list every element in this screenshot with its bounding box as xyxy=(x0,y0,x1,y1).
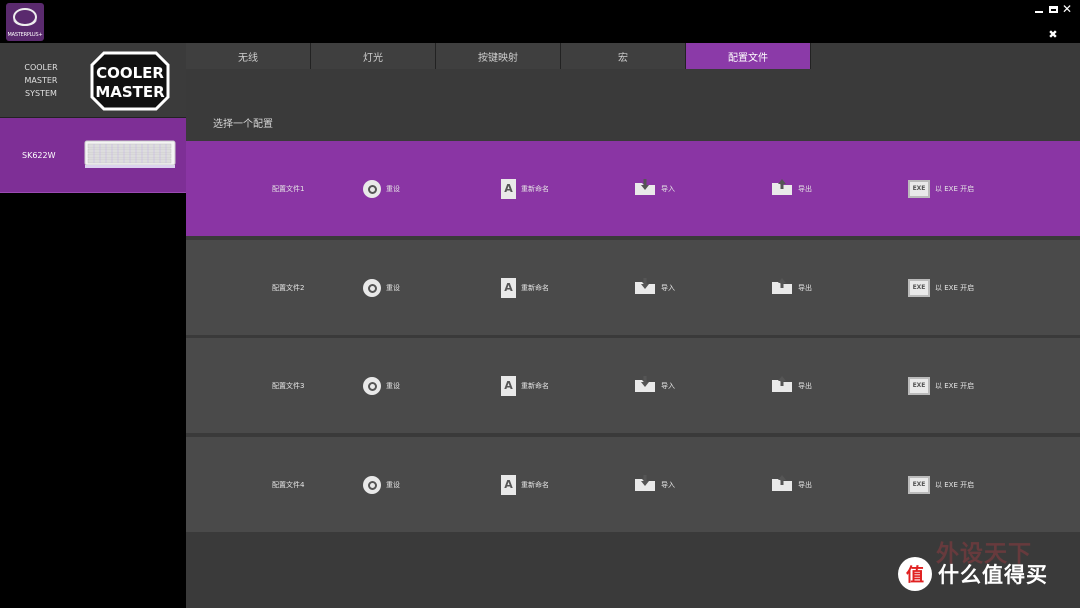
tab-profiles[interactable]: 配置文件 xyxy=(686,43,811,69)
tab-lighting[interactable]: 灯光 xyxy=(311,43,436,69)
watermark: 外设天下 值 什么值得买 xyxy=(894,534,1074,596)
profile-name[interactable]: 配置文件1 xyxy=(272,141,304,236)
rename-button[interactable]: A 重新命名 xyxy=(501,338,549,433)
reset-icon xyxy=(363,179,381,198)
tab-bar: 无线 灯光 按键映射 宏 配置文件 xyxy=(186,43,1080,69)
import-icon xyxy=(634,474,656,496)
sidebar-item-system-label: COOLER MASTER SYSTEM xyxy=(24,62,58,98)
watermark-badge: 值 xyxy=(898,557,932,591)
sidebar-item-system[interactable]: COOLER MASTER SYSTEM COOLER MASTER xyxy=(0,43,186,118)
profile-row[interactable]: 配置文件3 重设 A 重新命名 导入 导出 EXE 以 EXE 开启 xyxy=(186,338,1080,433)
settings-tool-icon[interactable]: ✖ xyxy=(1048,29,1058,40)
tab-wireless[interactable]: 无线 xyxy=(186,43,311,69)
rename-icon: A xyxy=(501,474,516,495)
section-title: 选择一个配置 xyxy=(213,119,273,130)
import-button[interactable]: 导入 xyxy=(634,240,675,335)
rename-icon: A xyxy=(501,178,516,199)
profile-row[interactable]: 配置文件1 重设 A 重新命名 导入 导出 EXE 以 EXE 开启 xyxy=(186,141,1080,236)
profile-name[interactable]: 配置文件3 xyxy=(272,338,304,433)
main-panel: 无线 灯光 按键映射 宏 配置文件 选择一个配置 配置文件1 重设 A 重新命名 导入导… xyxy=(186,43,1080,608)
profile-name[interactable]: 配置文件2 xyxy=(272,240,304,335)
rename-icon: A xyxy=(501,277,516,298)
import-button[interactable]: 导入 xyxy=(634,437,675,532)
cm-logo-line2: MASTER xyxy=(95,83,165,101)
import-button[interactable]: 导入 xyxy=(634,141,675,236)
sidebar-item-sk622w[interactable]: SK622W xyxy=(0,118,186,193)
rename-label: 重新命名 xyxy=(521,283,549,292)
import-icon xyxy=(634,277,656,299)
title-bar: MASTERPLUS+ ✕ ✖ xyxy=(0,0,1080,43)
maximize-icon xyxy=(1048,5,1058,13)
import-label: 导入 xyxy=(661,381,675,390)
reset-label: 重设 xyxy=(386,381,400,390)
reset-icon xyxy=(363,475,381,494)
tab-macro[interactable]: 宏 xyxy=(561,43,686,69)
profile-row[interactable]: 配置文件4 重设 A 重新命名 导入 导出 EXE 以 EXE 开启 xyxy=(186,437,1080,532)
open-exe-label: 以 EXE 开启 xyxy=(935,184,975,193)
minimize-button[interactable] xyxy=(1034,4,1044,14)
export-icon xyxy=(771,178,793,200)
keyboard-image xyxy=(84,140,176,168)
exe-icon: EXE xyxy=(908,475,930,494)
open-exe-label: 以 EXE 开启 xyxy=(935,381,975,390)
sidebar-item-device-label: SK622W xyxy=(22,150,56,160)
open-exe-button[interactable]: EXE 以 EXE 开启 xyxy=(908,240,974,335)
cooler-master-logo: COOLER MASTER xyxy=(90,51,170,111)
reset-label: 重设 xyxy=(386,480,400,489)
export-button[interactable]: 导出 xyxy=(771,240,812,335)
export-label: 导出 xyxy=(798,184,812,193)
close-button[interactable]: ✕ xyxy=(1062,3,1072,15)
reset-label: 重设 xyxy=(386,184,400,193)
reset-button[interactable]: 重设 xyxy=(363,437,400,532)
reset-button[interactable]: 重设 xyxy=(363,141,400,236)
rename-label: 重新命名 xyxy=(521,184,549,193)
open-exe-button[interactable]: EXE 以 EXE 开启 xyxy=(908,338,974,433)
open-exe-button[interactable]: EXE 以 EXE 开启 xyxy=(908,437,974,532)
minimize-icon xyxy=(1035,11,1043,13)
exe-icon: EXE xyxy=(908,278,930,297)
reset-button[interactable]: 重设 xyxy=(363,240,400,335)
export-button[interactable]: 导出 xyxy=(771,338,812,433)
import-icon xyxy=(634,178,656,200)
exe-icon: EXE xyxy=(908,179,930,198)
export-button[interactable]: 导出 xyxy=(771,437,812,532)
rename-button[interactable]: A 重新命名 xyxy=(501,141,549,236)
cm-logo-line1: COOLER xyxy=(96,64,164,82)
import-button[interactable]: 导入 xyxy=(634,338,675,433)
export-label: 导出 xyxy=(798,480,812,489)
export-icon xyxy=(771,277,793,299)
import-label: 导入 xyxy=(661,283,675,292)
rename-button[interactable]: A 重新命名 xyxy=(501,240,549,335)
rename-label: 重新命名 xyxy=(521,480,549,489)
open-exe-label: 以 EXE 开启 xyxy=(935,283,975,292)
app-logo-label: MASTERPLUS+ xyxy=(7,32,43,38)
export-icon xyxy=(771,474,793,496)
window-controls: ✕ ✖ xyxy=(1034,3,1072,40)
export-icon xyxy=(771,375,793,397)
export-button[interactable]: 导出 xyxy=(771,141,812,236)
rename-icon: A xyxy=(501,375,516,396)
sidebar: COOLER MASTER SYSTEM COOLER MASTER SK622… xyxy=(0,43,186,608)
profile-name[interactable]: 配置文件4 xyxy=(272,437,304,532)
reset-icon xyxy=(363,278,381,297)
import-label: 导入 xyxy=(661,184,675,193)
tab-key-mapping[interactable]: 按键映射 xyxy=(436,43,561,69)
rename-button[interactable]: A 重新命名 xyxy=(501,437,549,532)
import-label: 导入 xyxy=(661,480,675,489)
watermark-text: 什么值得买 xyxy=(938,563,1048,587)
rename-label: 重新命名 xyxy=(521,381,549,390)
export-label: 导出 xyxy=(798,283,812,292)
masterplus-logo-icon: MASTERPLUS+ xyxy=(6,3,44,41)
reset-button[interactable]: 重设 xyxy=(363,338,400,433)
open-exe-label: 以 EXE 开启 xyxy=(935,480,975,489)
profile-row[interactable]: 配置文件2 重设 A 重新命名 导入 导出 EXE 以 EXE 开启 xyxy=(186,240,1080,335)
reset-icon xyxy=(363,376,381,395)
maximize-button[interactable] xyxy=(1048,4,1058,14)
import-icon xyxy=(634,375,656,397)
reset-label: 重设 xyxy=(386,283,400,292)
export-label: 导出 xyxy=(798,381,812,390)
exe-icon: EXE xyxy=(908,376,930,395)
open-exe-button[interactable]: EXE 以 EXE 开启 xyxy=(908,141,974,236)
